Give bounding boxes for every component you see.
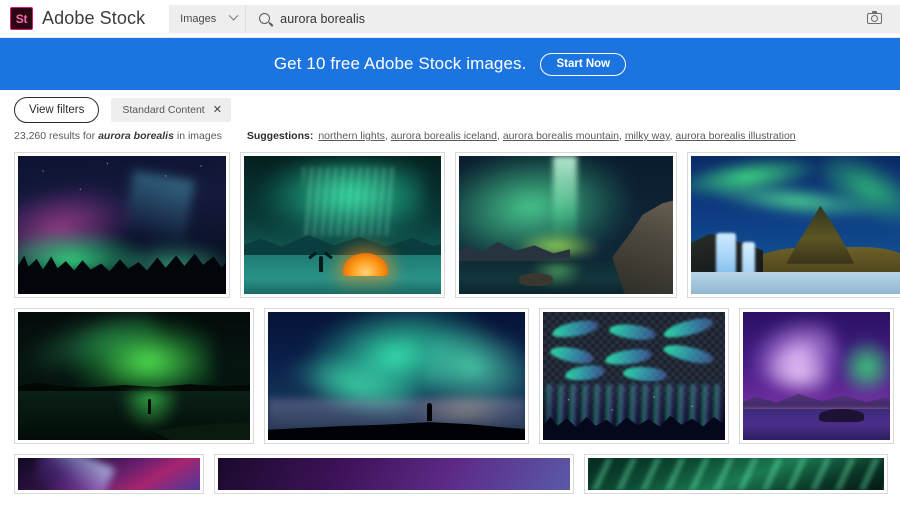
search-type-label: Images (180, 13, 216, 25)
chevron-down-icon (229, 11, 239, 21)
search-input[interactable]: aurora borealis (245, 5, 848, 33)
results-query: aurora borealis (98, 130, 174, 142)
aurora-streaks (588, 458, 884, 490)
result-image-3 (459, 156, 673, 294)
camper-figure (319, 256, 323, 272)
aurora-curtain (303, 167, 394, 236)
suggestions-list: northern lights, aurora borealis iceland… (318, 130, 795, 142)
standing-figure (148, 399, 152, 414)
search-icon (259, 13, 270, 24)
view-filters-button[interactable]: View filters (14, 97, 99, 123)
search-type-select[interactable]: Images (169, 5, 245, 33)
result-thumb-11[interactable] (584, 454, 888, 494)
result-thumb-3[interactable] (455, 152, 677, 298)
brand-name: Adobe Stock (42, 8, 145, 29)
visual-search-button[interactable] (848, 5, 900, 33)
filter-chip-label: Standard Content (122, 104, 204, 116)
result-thumb-8[interactable] (739, 308, 894, 444)
result-image-8 (743, 312, 890, 440)
snow-foreground (691, 272, 900, 294)
results-count-suffix: in images (177, 130, 222, 142)
promo-banner: Get 10 free Adobe Stock images. Start No… (0, 38, 900, 90)
result-image-11 (588, 458, 884, 490)
app-header: St Adobe Stock Images aurora borealis (0, 0, 900, 38)
result-thumb-4[interactable] (687, 152, 900, 298)
suggestion-link-4[interactable]: milky way (625, 130, 670, 142)
close-icon[interactable]: ✕ (213, 105, 222, 116)
filter-toolbar: View filters Standard Content ✕ (0, 90, 900, 130)
suggestions-label: Suggestions: (247, 130, 314, 142)
aurora-vector-4 (549, 343, 595, 366)
results-count-prefix: results for (49, 130, 95, 142)
search-query-text: aurora borealis (280, 12, 365, 26)
result-thumb-2[interactable] (240, 152, 445, 298)
aurora-vector-6 (662, 341, 715, 367)
suggestion-link-3[interactable]: aurora borealis mountain (503, 130, 619, 142)
aurora-green (836, 331, 890, 402)
result-thumb-5[interactable] (14, 308, 254, 444)
results-row-2 (14, 308, 886, 444)
result-image-7 (543, 312, 725, 440)
aurora-vector-1 (551, 318, 600, 340)
start-now-button[interactable]: Start Now (540, 53, 626, 76)
results-summary: 23,260 results for aurora borealis in im… (0, 130, 900, 152)
result-thumb-6[interactable] (264, 308, 529, 444)
water-foreground (244, 255, 441, 294)
result-image-10 (218, 458, 570, 490)
aurora-vector-5 (604, 348, 653, 368)
aurora-vector-2 (608, 322, 657, 343)
island-silhouette (819, 409, 863, 422)
adobe-stock-logo-icon: St (10, 7, 33, 30)
results-count-text: 23,260 results for aurora borealis in im… (14, 130, 222, 142)
results-row-3 (14, 454, 886, 494)
result-image-5 (18, 312, 250, 440)
lake-surface (743, 409, 890, 440)
result-thumb-10[interactable] (214, 454, 574, 494)
standing-figure (427, 403, 432, 421)
result-image-1 (18, 156, 226, 294)
dusk-haze (268, 399, 525, 427)
suggestion-link-2[interactable]: aurora borealis iceland (391, 130, 497, 142)
result-image-6 (268, 312, 525, 440)
aurora-beam (30, 458, 115, 490)
result-thumb-7[interactable] (539, 308, 729, 444)
aurora-vector-3 (662, 315, 715, 341)
results-row-1 (14, 152, 886, 298)
results-grid (0, 152, 900, 494)
aurora-pillar (553, 156, 577, 242)
camera-icon (867, 13, 882, 24)
brand-logo[interactable]: St Adobe Stock (10, 7, 145, 30)
suggestion-link-5[interactable]: aurora borealis illustration (675, 130, 795, 142)
result-thumb-1[interactable] (14, 152, 230, 298)
search-bar: Images aurora borealis (169, 5, 900, 33)
results-count-value: 23,260 (14, 130, 46, 142)
promo-text: Get 10 free Adobe Stock images. (274, 54, 527, 74)
suggestion-link-1[interactable]: northern lights (318, 130, 385, 142)
aurora-vector-7 (564, 364, 605, 382)
shore-stone (519, 273, 553, 285)
result-image-2 (244, 156, 441, 294)
result-thumb-9[interactable] (14, 454, 204, 494)
result-image-9 (18, 458, 200, 490)
result-image-4 (691, 156, 900, 294)
aurora-burst (69, 317, 213, 391)
filter-chip-standard-content[interactable]: Standard Content ✕ (111, 98, 231, 122)
